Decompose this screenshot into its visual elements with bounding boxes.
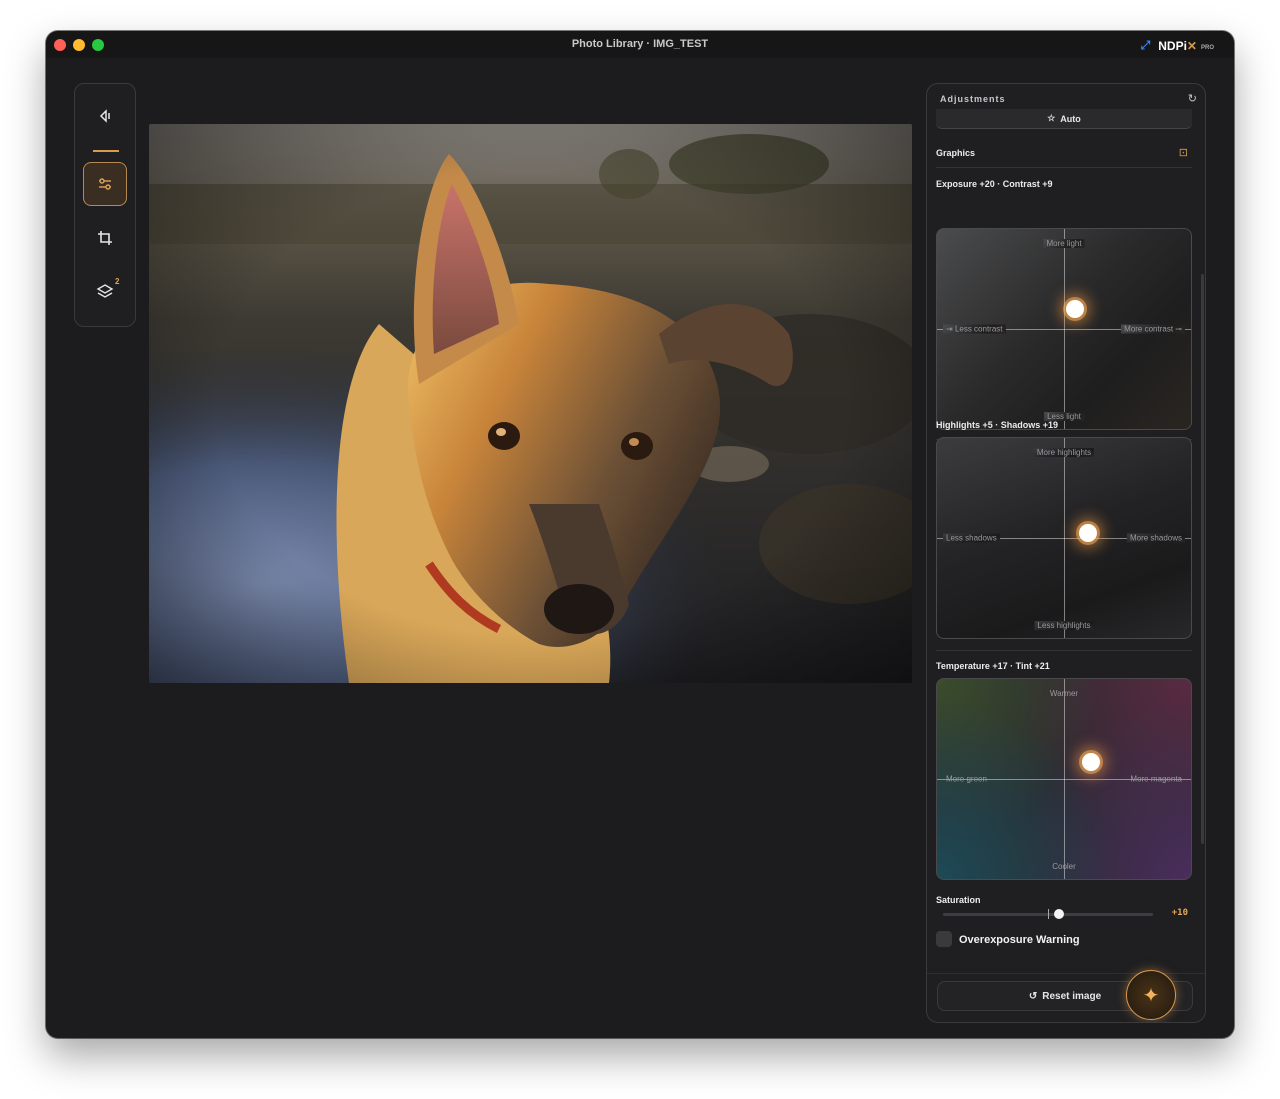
section-divider — [936, 650, 1192, 651]
less-shadows-label: Less shadows — [943, 533, 1000, 543]
window-title: Photo Library · IMG_TEST — [571, 38, 709, 50]
cooler-label: Cooler — [1052, 862, 1076, 871]
reset-icon: ↺ — [1028, 990, 1038, 1002]
expand-icon[interactable]: ⤢ — [1141, 38, 1151, 53]
dog-photo — [149, 124, 912, 683]
magic-enhance-button[interactable]: ✦ — [1126, 970, 1176, 1020]
brand-logo: NDPi✕ — [1158, 38, 1197, 53]
layers-tool-button[interactable] — [83, 270, 127, 314]
crop-icon — [98, 231, 112, 245]
back-button[interactable] — [83, 94, 127, 138]
reset-image-label: Reset image — [1042, 990, 1102, 1002]
highlights-shadows-pad[interactable]: More highlights Less highlights Less sha… — [936, 437, 1192, 639]
saturation-slider-thumb[interactable] — [1053, 909, 1064, 919]
layers-icon — [96, 284, 114, 298]
adjustments-panel: Adjustments ↻ ☆ Auto Graphics ⊡ Exposure… — [926, 83, 1206, 1023]
tool-sidebar: 2 — [74, 83, 136, 327]
auto-button[interactable]: ☆ Auto — [936, 109, 1192, 129]
panel-title: Adjustments — [940, 94, 1006, 104]
less-highlights-label: Less highlights — [1034, 621, 1094, 630]
more-highlights-label: More highlights — [1033, 448, 1095, 457]
more-contrast-label: More contrast ⊸ — [1121, 324, 1185, 334]
crop-tool-button[interactable] — [83, 216, 127, 260]
saturation-center-tick — [1048, 909, 1049, 919]
highlights-shadows-label: Highlights +5 · Shadows +19 — [936, 420, 1059, 430]
title-bar: Photo Library · IMG_TEST ⤢ NDPi✕ PRO — [46, 31, 1234, 58]
more-light-label: More light — [1043, 239, 1085, 248]
temperature-tint-label: Temperature +17 · Tint +21 — [936, 661, 1050, 671]
brand: ⤢ NDPi✕ PRO — [1141, 38, 1214, 53]
warmer-label: Warmer — [1049, 689, 1079, 698]
panel-scrollbar[interactable] — [1201, 274, 1204, 844]
temperature-tint-pad[interactable]: Warmer Cooler More green More magenta — [936, 678, 1192, 880]
overexposure-label: Overexposure Warning — [959, 934, 1080, 946]
adjustments-tool-button[interactable] — [83, 162, 127, 206]
more-magenta-label: More magenta — [1130, 774, 1182, 784]
exposure-contrast-knob[interactable] — [1066, 300, 1085, 318]
app-window: Photo Library · IMG_TEST ⤢ NDPi✕ PRO 2 A… — [46, 31, 1234, 1038]
pad-axis-vertical — [1064, 438, 1065, 638]
pro-badge: PRO — [1200, 44, 1214, 51]
pad-axis-vertical — [1064, 679, 1065, 879]
highlights-shadows-knob[interactable] — [1079, 524, 1098, 542]
undo-icon[interactable]: ↻ — [1188, 92, 1197, 105]
exposure-contrast-pad[interactable]: More light Less light ⇥ Less contrast Mo… — [936, 228, 1192, 430]
saturation-label: Saturation — [936, 895, 981, 905]
back-icon — [99, 109, 110, 123]
sliders-icon — [99, 178, 111, 190]
temperature-tint-knob[interactable] — [1081, 753, 1100, 771]
pad-axis-vertical — [1064, 229, 1065, 429]
sparkle-icon: ✦ — [1142, 984, 1160, 1007]
saturation-value: +10 — [1171, 908, 1188, 918]
more-shadows-label: More shadows — [1126, 533, 1185, 543]
section-divider — [936, 167, 1192, 168]
auto-button-label: Auto — [1060, 113, 1081, 124]
graphics-label: Graphics — [936, 148, 976, 158]
more-green-label: More green — [946, 774, 987, 784]
photo-canvas[interactable] — [149, 124, 912, 683]
less-contrast-label: ⇥ Less contrast — [943, 324, 1006, 334]
star-icon: ☆ — [1047, 113, 1056, 123]
overexposure-checkbox[interactable] — [936, 931, 952, 947]
tool-divider — [93, 150, 119, 152]
camera-toggle-icon[interactable]: ⊡ — [1179, 146, 1188, 159]
exposure-contrast-label: Exposure +20 · Contrast +9 — [936, 179, 1053, 189]
layers-count-badge: 2 — [115, 277, 120, 286]
